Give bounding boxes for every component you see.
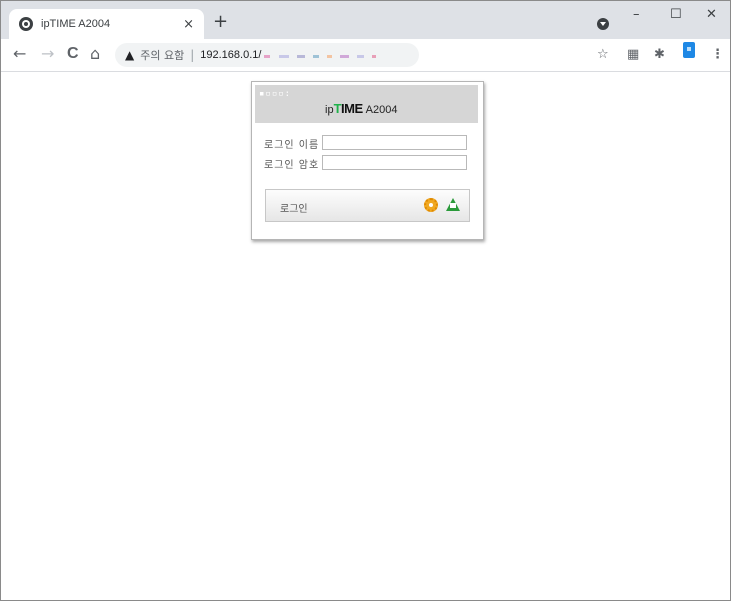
back-button[interactable]: ← <box>13 45 26 63</box>
new-tab-button[interactable]: + <box>213 13 228 31</box>
redacted-url-part <box>261 46 377 65</box>
password-label: 로그인 암호 <box>264 160 320 171</box>
url-text: 192.168.0.1/ <box>200 49 262 61</box>
security-warning-label[interactable]: 주의 요함 <box>140 47 184 63</box>
username-input[interactable] <box>322 135 467 150</box>
warning-icon: ▲ <box>125 48 135 62</box>
tab-close-icon[interactable]: × <box>183 17 194 32</box>
qr-code-icon[interactable]: ▦ <box>627 47 639 62</box>
url-separator: | <box>190 48 195 62</box>
extension-icon[interactable] <box>683 42 695 58</box>
tab-title: ipTIME A2004 <box>41 18 111 30</box>
username-row: 로그인 이름 <box>252 135 483 151</box>
tab-iptime[interactable]: ipTIME A2004 × <box>9 9 204 39</box>
forward-button[interactable]: → <box>41 45 54 63</box>
password-input[interactable] <box>322 155 467 170</box>
extensions-puzzle-icon[interactable]: ✱ <box>654 47 665 62</box>
minimize-button[interactable]: – <box>633 7 640 22</box>
tab-strip: ipTIME A2004 × + – ☐ ✕ <box>1 1 730 39</box>
recycle-icon[interactable] <box>446 198 460 211</box>
login-button[interactable]: 로그인 <box>265 189 470 222</box>
reload-button[interactable]: C <box>67 45 79 63</box>
globe-icon <box>19 17 33 31</box>
browser-toolbar: ← → C ⌂ ▲ 주의 요함 | 192.168.0.1/ ☆ ▦ ✱ ⋮ <box>1 39 730 72</box>
bookmark-star-icon[interactable]: ☆ <box>597 47 609 62</box>
password-row: 로그인 암호 <box>252 155 483 171</box>
setup-gear-icon[interactable] <box>424 198 438 212</box>
close-window-button[interactable]: ✕ <box>706 7 717 22</box>
maximize-button[interactable]: ☐ <box>670 7 682 22</box>
browser-menu-icon[interactable]: ⋮ <box>711 47 724 62</box>
home-button[interactable]: ⌂ <box>90 45 100 63</box>
logo-mark: ▪▫▫▫: <box>259 89 292 99</box>
address-bar[interactable]: ▲ 주의 요함 | 192.168.0.1/ <box>115 43 419 67</box>
login-header: ▪▫▫▫: ipTIME A2004 <box>255 85 478 123</box>
login-button-label: 로그인 <box>280 204 308 215</box>
username-label: 로그인 이름 <box>264 140 320 151</box>
profile-menu-icon[interactable] <box>597 18 609 30</box>
brand-logo: ipTIME A2004 <box>325 101 398 116</box>
browser-window: ipTIME A2004 × + – ☐ ✕ ← → C ⌂ ▲ 주의 요함 |… <box>0 0 731 601</box>
router-model: A2004 <box>365 104 398 116</box>
login-panel: ▪▫▫▫: ipTIME A2004 로그인 이름 로그인 암호 로그인 <box>251 81 484 240</box>
